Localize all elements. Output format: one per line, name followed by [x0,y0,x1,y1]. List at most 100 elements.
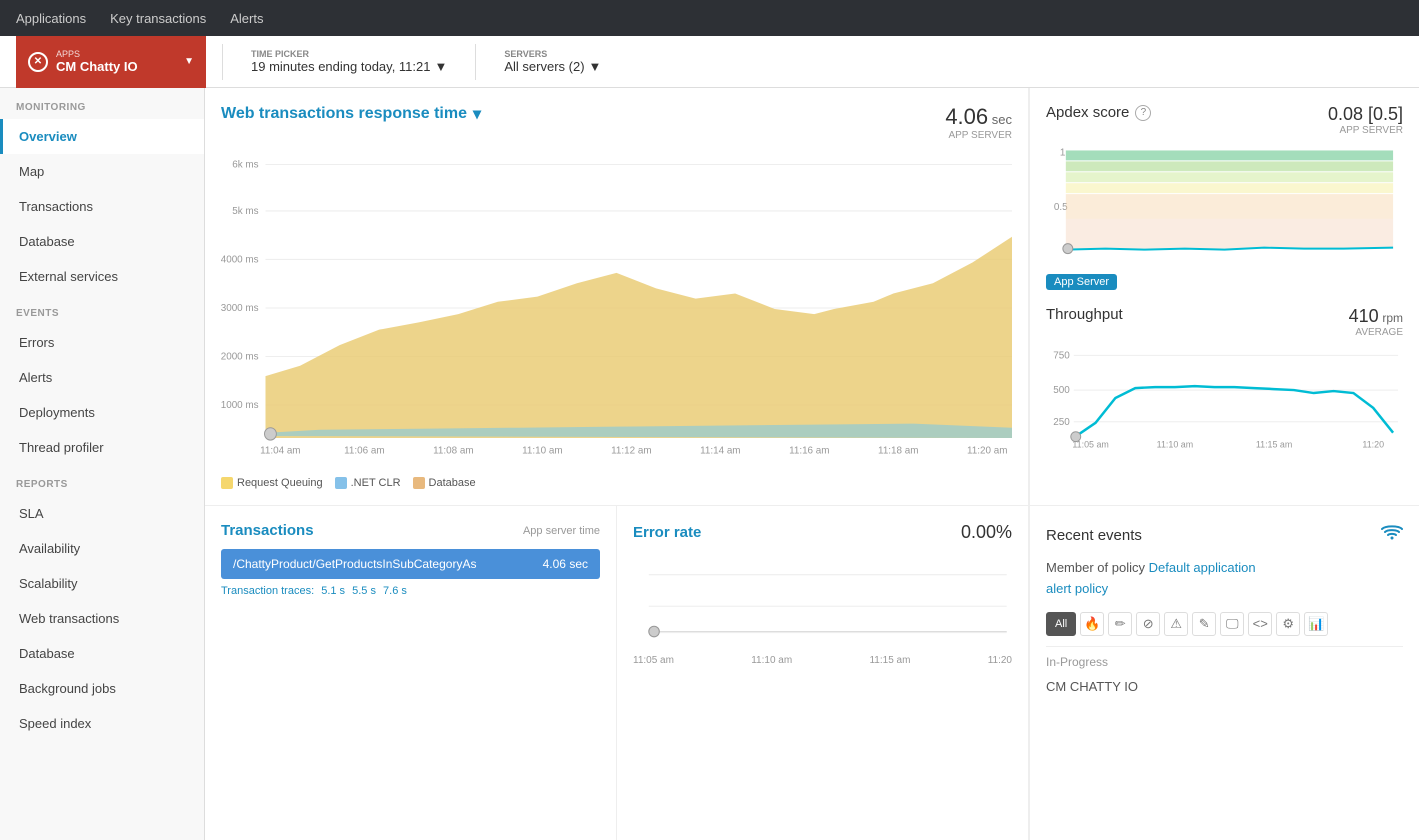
sidebar-item-database[interactable]: Database [0,224,204,259]
filter-edit-icon[interactable]: ✏ [1108,612,1132,636]
trace-3[interactable]: 7.6 s [383,585,407,597]
servers-value: All servers (2) ▼ [504,59,601,74]
transactions-title[interactable]: Transactions [221,522,314,539]
svg-text:11:12 am: 11:12 am [611,445,651,456]
sidebar-item-availability[interactable]: Availability [0,531,204,566]
servers-label: SERVERS [504,49,601,59]
svg-text:1000 ms: 1000 ms [221,400,259,411]
event-item: CM CHATTY IO [1046,675,1403,698]
sidebar-item-sla[interactable]: SLA [0,496,204,531]
recent-events-section: Recent events Member of policy Default [1029,506,1419,840]
nav-alerts[interactable]: Alerts [230,11,263,26]
servers-selector[interactable]: SERVERS All servers (2) ▼ [492,49,613,74]
svg-text:1: 1 [1060,147,1066,158]
apdex-sub: APP SERVER [1328,125,1403,136]
sidebar-item-background-jobs[interactable]: Background jobs [0,671,204,706]
time-picker-chevron: ▼ [434,59,447,74]
app-info: APPS CM Chatty IO [56,49,176,74]
nav-key-transactions[interactable]: Key transactions [110,11,206,26]
legend-label-queuing: Request Queuing [237,477,323,489]
svg-text:11:14 am: 11:14 am [700,445,740,456]
filter-all[interactable]: All [1046,612,1076,636]
filter-pencil-icon[interactable]: ✎ [1192,612,1216,636]
app-server-badge: App Server [1046,274,1117,290]
transaction-row[interactable]: /ChattyProduct/GetProductsInSubCategoryA… [221,549,600,579]
sidebar-item-map[interactable]: Map [0,154,204,189]
sidebar-item-db[interactable]: Database [0,636,204,671]
legend-request-queuing: Request Queuing [221,477,323,489]
apdex-header: Apdex score ? 0.08 [0.5] APP SERVER [1046,104,1403,136]
app-selector[interactable]: ✕ APPS CM Chatty IO ▼ [16,36,206,88]
chart-header: Web transactions response time ▾ 4.06 se… [221,104,1012,141]
filter-cancel-icon[interactable]: ⊘ [1136,612,1160,636]
sidebar-item-alerts[interactable]: Alerts [0,360,204,395]
events-section-label: EVENTS [0,294,204,325]
sidebar-item-thread-profiler[interactable]: Thread profiler [0,430,204,465]
sidebar-item-transactions[interactable]: Transactions [0,189,204,224]
sidebar-item-web-transactions[interactable]: Web transactions [0,601,204,636]
content-area: Web transactions response time ▾ 4.06 se… [205,88,1419,840]
filter-fire-icon[interactable]: 🔥 [1080,612,1104,636]
error-value: 0.00% [961,522,1012,543]
transaction-traces: Transaction traces: 5.1 s 5.5 s 7.6 s [221,585,600,597]
bottom-section: Transactions App server time /ChattyProd… [205,506,1419,840]
filter-chart-icon[interactable]: 📊 [1304,612,1328,636]
sidebar-item-scalability[interactable]: Scalability [0,566,204,601]
main-chart-svg: 6k ms 5k ms 4000 ms 3000 ms 2000 ms 1000… [221,149,1012,469]
nav-applications[interactable]: Applications [16,11,86,26]
recent-events-title: Recent events [1046,527,1142,544]
header-divider [222,44,223,80]
svg-text:500: 500 [1053,385,1070,396]
apdex-value: 0.08 [0.5] [1328,104,1403,125]
error-timeline: 11:05 am 11:10 am 11:15 am 11:20 [633,655,1012,666]
svg-text:11:18 am: 11:18 am [878,445,918,456]
svg-text:11:16 am: 11:16 am [789,445,829,456]
apdex-stat: 0.08 [0.5] APP SERVER [1328,104,1403,136]
header-divider-2 [475,44,476,80]
error-chart [633,551,1012,651]
traces-label: Transaction traces: [221,585,314,597]
events-divider [1046,646,1403,647]
transaction-value: 4.06 sec [543,557,588,571]
sidebar-item-deployments[interactable]: Deployments [0,395,204,430]
transactions-header: Transactions App server time [221,522,600,539]
svg-text:11:08 am: 11:08 am [433,445,473,456]
transaction-name: /ChattyProduct/GetProductsInSubCategoryA… [233,557,476,571]
svg-text:250: 250 [1053,417,1070,428]
sidebar-item-speed-index[interactable]: Speed index [0,706,204,741]
main-chart-svg-container: 6k ms 5k ms 4000 ms 3000 ms 2000 ms 1000… [221,149,1012,469]
error-time-1: 11:05 am [633,655,674,666]
filter-warning-icon[interactable]: ⚠ [1164,612,1188,636]
filter-code-icon[interactable]: <> [1248,612,1272,636]
sub-header: ✕ APPS CM Chatty IO ▼ TIME PICKER 19 min… [0,36,1419,88]
event-filter-bar: All 🔥 ✏ ⊘ ⚠ ✎ 🖵 <> ⚙ 📊 [1046,612,1403,636]
transactions-section: Transactions App server time /ChattyProd… [205,506,617,840]
app-icon: ✕ [28,52,48,72]
svg-text:3000 ms: 3000 ms [221,303,259,314]
chart-title[interactable]: Web transactions response time ▾ [221,104,481,124]
sidebar: MONITORING Overview Map Transactions Dat… [0,88,205,840]
trace-1[interactable]: 5.1 s [321,585,345,597]
sidebar-item-external-services[interactable]: External services [0,259,204,294]
error-title[interactable]: Error rate [633,524,701,541]
legend-dot-db [413,477,425,489]
time-picker-label: TIME PICKER [251,49,447,59]
trace-2[interactable]: 5.5 s [352,585,376,597]
throughput-stat: 410 rpm AVERAGE [1349,306,1403,338]
svg-text:4000 ms: 4000 ms [221,254,259,265]
sidebar-item-overview[interactable]: Overview [0,119,204,154]
filter-monitor-icon[interactable]: 🖵 [1220,612,1244,636]
time-picker[interactable]: TIME PICKER 19 minutes ending today, 11:… [239,49,459,74]
reports-section-label: REPORTS [0,465,204,496]
app-selector-chevron: ▼ [184,56,194,67]
throughput-section: Throughput 410 rpm AVERAGE 750 500 250 [1046,306,1403,458]
filter-gear-icon[interactable]: ⚙ [1276,612,1300,636]
sidebar-item-errors[interactable]: Errors [0,325,204,360]
chart-title-chevron: ▾ [473,104,481,124]
apdex-help-icon[interactable]: ? [1135,105,1151,121]
legend-dot-clr [335,477,347,489]
apdex-title: Apdex score ? [1046,104,1151,121]
main-chart-section: Web transactions response time ▾ 4.06 se… [205,88,1029,505]
chart-unit: sec [992,112,1012,127]
apps-label: APPS [56,49,176,59]
